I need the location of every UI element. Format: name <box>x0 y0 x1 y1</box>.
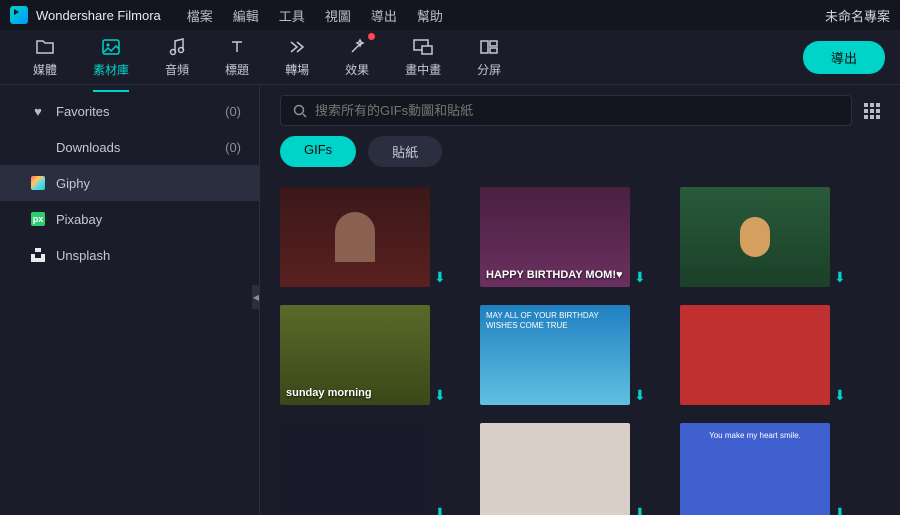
menu-tools[interactable]: 工具 <box>279 6 305 25</box>
effects-badge-icon <box>368 33 375 40</box>
download-icon[interactable]: ⬇ <box>434 505 448 515</box>
unsplash-icon <box>30 247 46 263</box>
transition-icon <box>287 37 307 57</box>
thumb-image <box>280 423 430 515</box>
gif-thumb[interactable]: ⬇ <box>280 423 430 515</box>
sidebar-item-giphy[interactable]: Giphy <box>0 165 259 201</box>
titlebar: Wondershare Filmora 檔案 編輯 工具 視圖 導出 幫助 未命… <box>0 0 900 30</box>
giphy-icon <box>30 175 46 191</box>
thumb-image: HAPPY BIRTHDAY MOM!♥ <box>480 187 630 287</box>
download-icon[interactable]: ⬇ <box>434 387 448 401</box>
thumb-image <box>680 305 830 405</box>
thumb-overlay-text: sunday morning <box>286 387 372 399</box>
pip-icon <box>413 37 433 57</box>
text-icon <box>227 37 247 57</box>
app-logo-icon <box>10 6 28 24</box>
gallery-row: ⬇ ⬇ You make my heart smile.⬇ <box>280 423 880 515</box>
sidebar-label: Downloads <box>56 140 120 155</box>
tab-transitions[interactable]: 轉場 <box>267 31 327 84</box>
filter-gifs[interactable]: GIFs <box>280 136 356 167</box>
gif-thumb[interactable]: sunday morning⬇ <box>280 305 430 405</box>
favorites-count: (0) <box>225 104 241 119</box>
tab-media[interactable]: 媒體 <box>15 31 75 84</box>
sidebar-item-pixabay[interactable]: px Pixabay <box>0 201 259 237</box>
grid-view-icon[interactable] <box>864 103 880 119</box>
sidebar-label: Giphy <box>56 176 90 191</box>
wand-icon <box>347 37 367 57</box>
filter-row: GIFs 貼紙 <box>260 136 900 179</box>
thumb-image: MAY ALL OF YOUR BIRTHDAY WISHES COME TRU… <box>480 305 630 405</box>
gif-thumb[interactable]: HAPPY BIRTHDAY MOM!♥⬇ <box>480 187 630 287</box>
export-button[interactable]: 導出 <box>803 41 885 74</box>
project-name: 未命名專案 <box>825 6 890 25</box>
download-icon[interactable]: ⬇ <box>834 387 848 401</box>
thumb-image <box>280 187 430 287</box>
thumb-image: You make my heart smile. <box>680 423 830 515</box>
sidebar-label: Favorites <box>56 104 109 119</box>
gif-thumb[interactable]: ⬇ <box>680 187 830 287</box>
app-title: Wondershare Filmora <box>36 8 161 23</box>
sidebar: ♥ Favorites (0) Downloads (0) Giphy px P… <box>0 85 260 515</box>
menu-edit[interactable]: 編輯 <box>233 6 259 25</box>
menu-file[interactable]: 檔案 <box>187 6 213 25</box>
downloads-count: (0) <box>225 140 241 155</box>
thumb-overlay-text: HAPPY BIRTHDAY MOM!♥ <box>486 269 623 281</box>
thumb-overlay-text: MAY ALL OF YOUR BIRTHDAY WISHES COME TRU… <box>486 311 630 330</box>
content: ♥ Favorites (0) Downloads (0) Giphy px P… <box>0 85 900 515</box>
gif-thumb[interactable]: ⬇ <box>280 187 430 287</box>
sidebar-label: Unsplash <box>56 248 110 263</box>
download-icon[interactable]: ⬇ <box>434 269 448 283</box>
menu-help[interactable]: 幫助 <box>417 6 443 25</box>
menu-export[interactable]: 導出 <box>371 6 397 25</box>
thumb-overlay-text: You make my heart smile. <box>680 431 830 441</box>
tab-stock[interactable]: 素材庫 <box>75 31 147 84</box>
sidebar-item-downloads[interactable]: Downloads (0) <box>0 129 259 165</box>
search-row <box>260 85 900 136</box>
gallery[interactable]: ⬇ HAPPY BIRTHDAY MOM!♥⬇ ⬇ sunday morning… <box>260 179 900 515</box>
thumb-image <box>680 187 830 287</box>
tab-effects[interactable]: 效果 <box>327 31 387 84</box>
tool-tabs: 媒體 素材庫 音頻 標題 轉場 效果 畫中畫 分屏 <box>15 31 519 84</box>
heart-icon: ♥ <box>30 103 46 119</box>
download-icon[interactable]: ⬇ <box>634 505 648 515</box>
split-icon <box>479 37 499 57</box>
menu-view[interactable]: 視圖 <box>325 6 351 25</box>
download-icon[interactable]: ⬇ <box>834 269 848 283</box>
search-box[interactable] <box>280 95 852 126</box>
tab-audio[interactable]: 音頻 <box>147 31 207 84</box>
tab-pip[interactable]: 畫中畫 <box>387 31 459 84</box>
gif-thumb[interactable]: You make my heart smile.⬇ <box>680 423 830 515</box>
folder-icon <box>35 37 55 57</box>
blank-icon <box>30 139 46 155</box>
gallery-row: ⬇ HAPPY BIRTHDAY MOM!♥⬇ ⬇ <box>280 187 880 287</box>
download-icon[interactable]: ⬇ <box>634 387 648 401</box>
download-icon[interactable]: ⬇ <box>834 505 848 515</box>
gallery-row: sunday morning⬇ MAY ALL OF YOUR BIRTHDAY… <box>280 305 880 405</box>
filter-stickers[interactable]: 貼紙 <box>368 136 442 167</box>
pixabay-icon: px <box>30 211 46 227</box>
search-input[interactable] <box>315 103 839 118</box>
sidebar-item-unsplash[interactable]: Unsplash <box>0 237 259 273</box>
search-icon <box>293 104 307 118</box>
tab-split[interactable]: 分屏 <box>459 31 519 84</box>
gif-thumb[interactable]: MAY ALL OF YOUR BIRTHDAY WISHES COME TRU… <box>480 305 630 405</box>
collapse-handle[interactable]: ◀ <box>252 285 260 309</box>
main-panel: ◀ GIFs 貼紙 ⬇ HAPPY BIRTHDAY MOM!♥⬇ ⬇ sund… <box>260 85 900 515</box>
toolbar: 媒體 素材庫 音頻 標題 轉場 效果 畫中畫 分屏 <box>0 30 900 85</box>
sidebar-item-favorites[interactable]: ♥ Favorites (0) <box>0 93 259 129</box>
main-menu: 檔案 編輯 工具 視圖 導出 幫助 <box>187 6 817 25</box>
sidebar-label: Pixabay <box>56 212 102 227</box>
download-icon[interactable]: ⬇ <box>634 269 648 283</box>
tab-titles[interactable]: 標題 <box>207 31 267 84</box>
gif-thumb[interactable]: ⬇ <box>680 305 830 405</box>
thumb-image <box>480 423 630 515</box>
image-icon <box>101 37 121 57</box>
music-icon <box>167 37 187 57</box>
thumb-image: sunday morning <box>280 305 430 405</box>
gif-thumb[interactable]: ⬇ <box>480 423 630 515</box>
